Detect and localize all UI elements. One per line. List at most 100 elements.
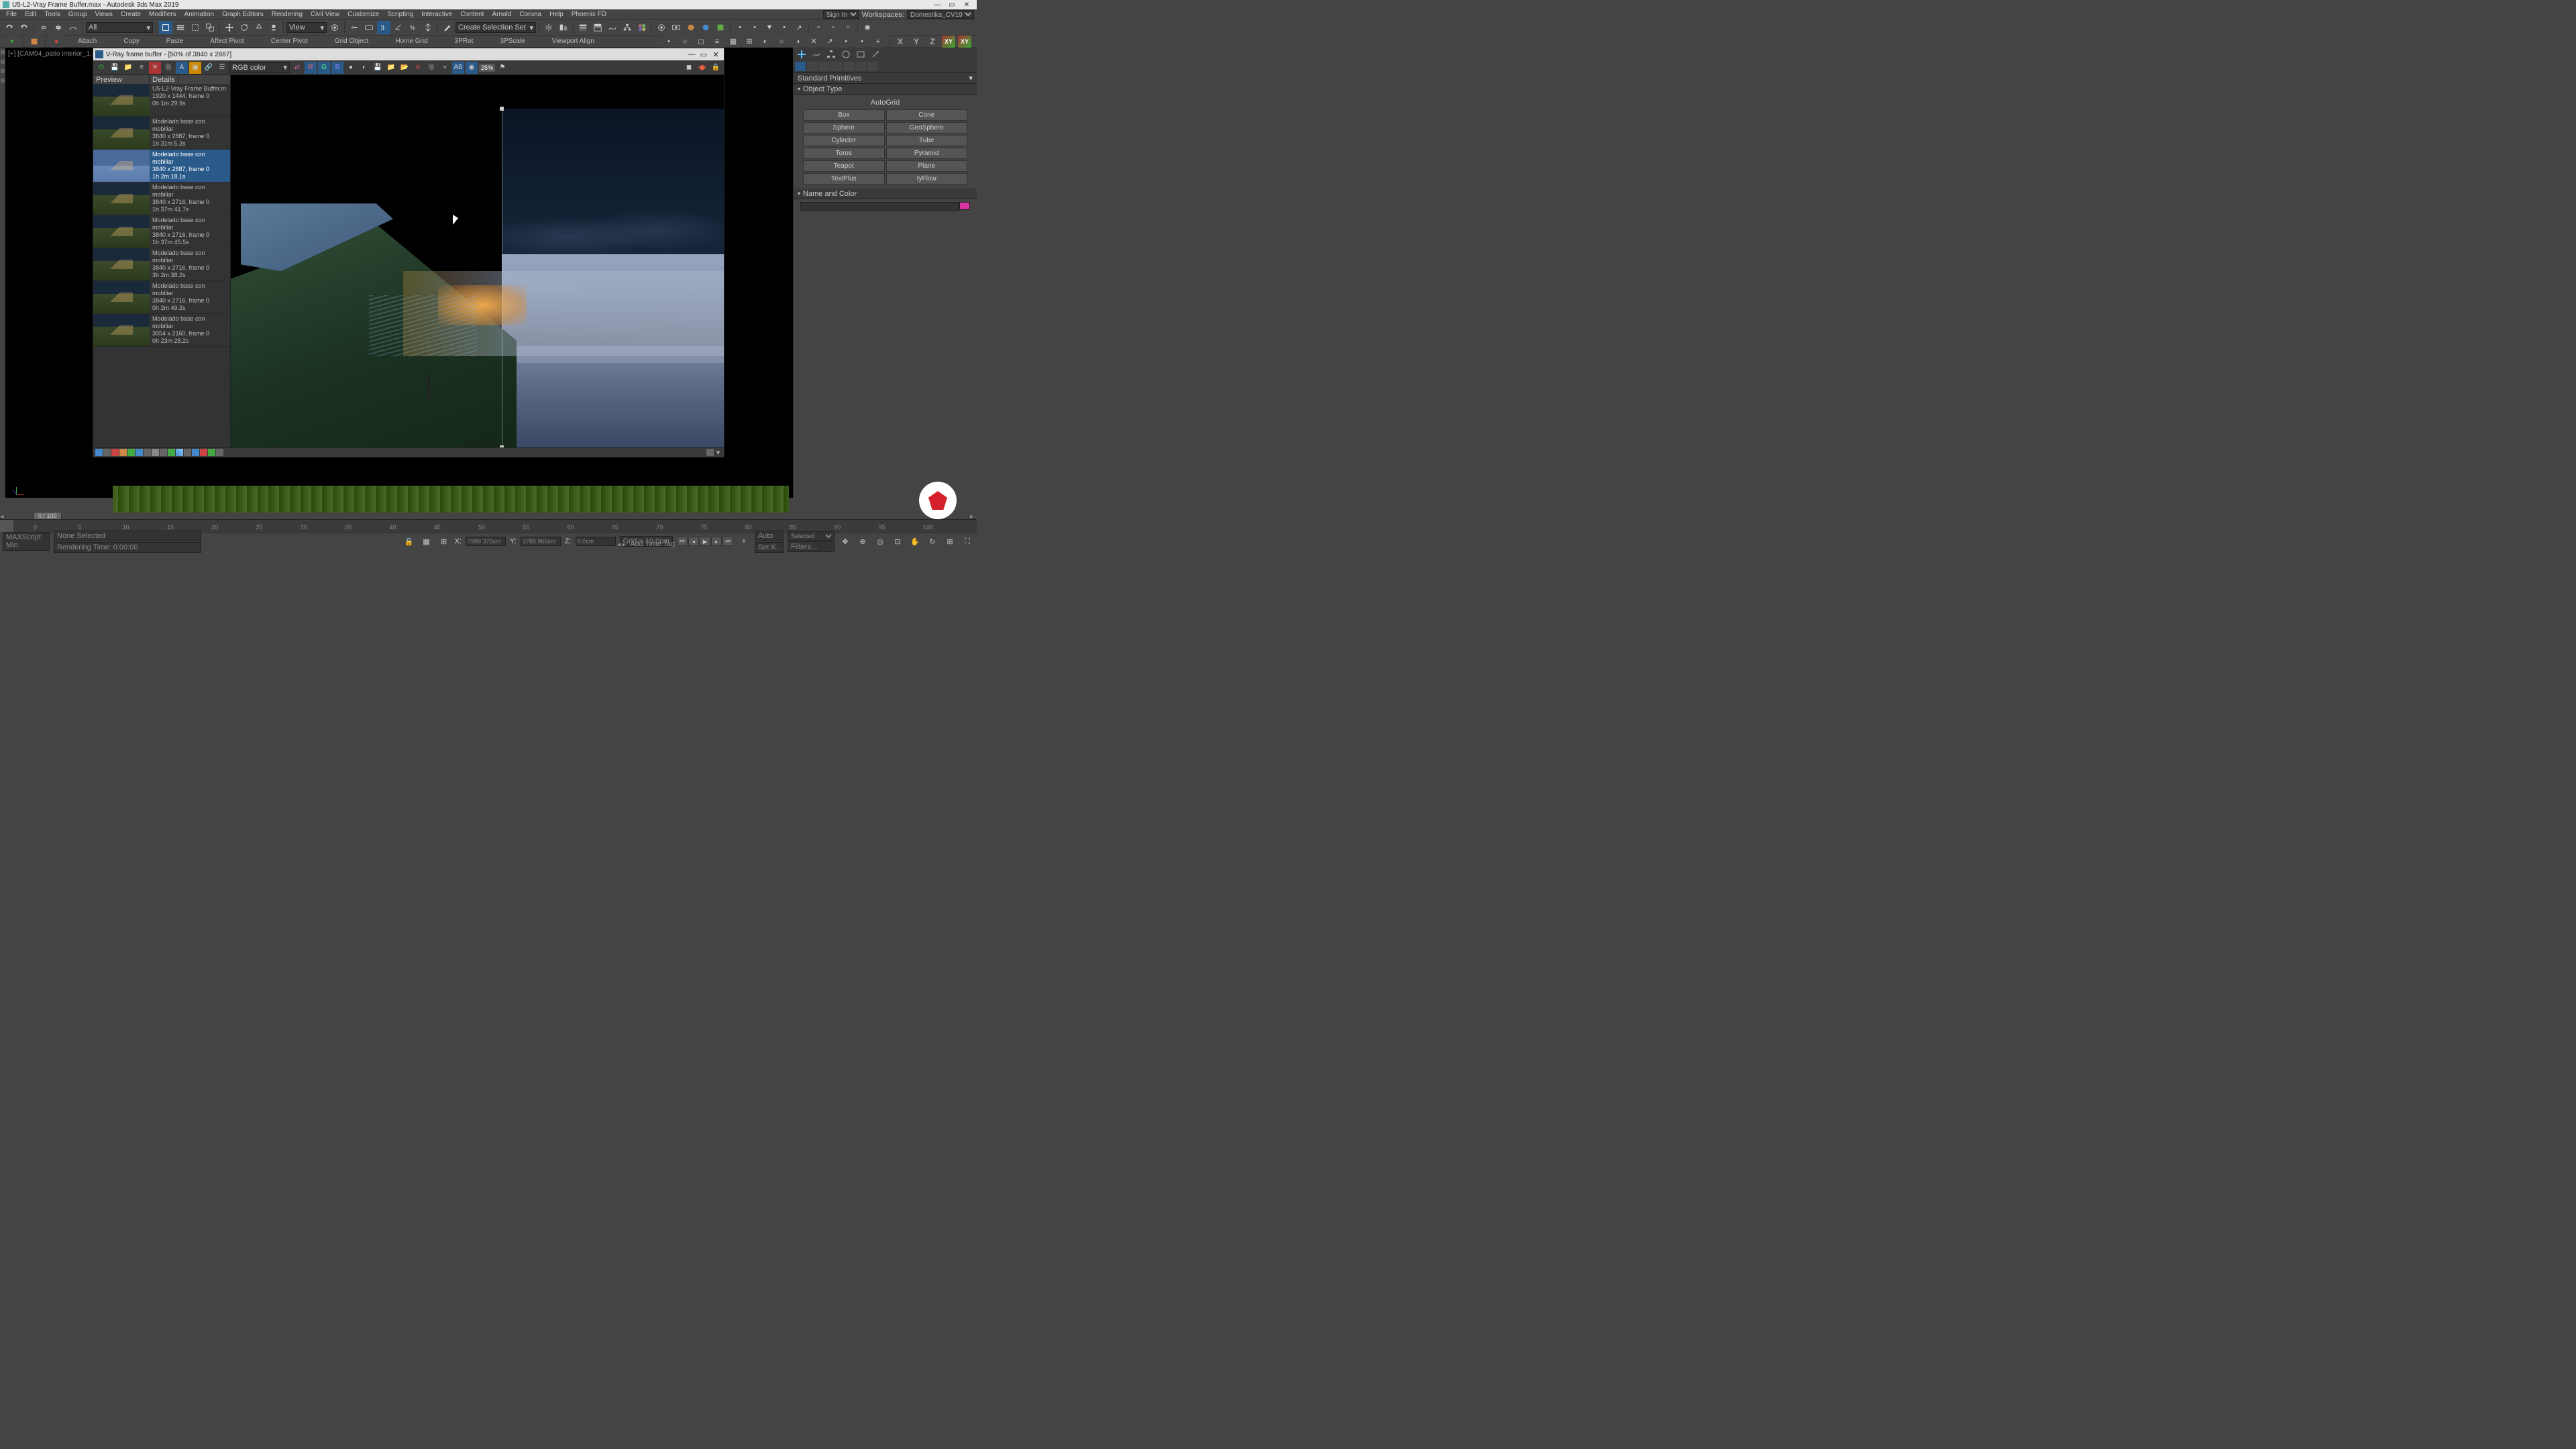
cc-13[interactable] xyxy=(192,449,199,456)
primitives-dropdown[interactable]: Standard Primitives▾ xyxy=(794,73,977,84)
vfb-save2-icon[interactable]: 💾 xyxy=(372,62,384,74)
vfb-save-icon[interactable]: 💾 xyxy=(109,62,121,74)
vfb-delete-icon[interactable]: ⊘ xyxy=(412,62,424,74)
goto-end-button[interactable]: ⏭ xyxy=(722,537,733,546)
home-grid-label[interactable]: Home Grid xyxy=(383,38,439,45)
attach-label[interactable]: Attach xyxy=(66,38,109,45)
display-tab[interactable] xyxy=(854,49,867,60)
cc-2[interactable] xyxy=(103,449,111,456)
tool-2[interactable]: • xyxy=(748,21,761,34)
window-crossing-button[interactable] xyxy=(203,21,217,34)
cc-5[interactable] xyxy=(127,449,135,456)
object-type-rollout[interactable]: ▾Object Type xyxy=(794,84,977,95)
tool-5[interactable]: ↗ xyxy=(792,21,806,34)
menu-scripting[interactable]: Scripting xyxy=(384,11,417,18)
named-selection-dropdown[interactable]: Create Selection Set▾ xyxy=(455,22,536,33)
close-button[interactable]: ✕ xyxy=(959,1,974,9)
prev-frame-button[interactable]: ◂ xyxy=(688,537,699,546)
cc-11[interactable] xyxy=(176,449,183,456)
menu-rendering[interactable]: Rendering xyxy=(268,11,306,18)
schematic-view-button[interactable] xyxy=(621,21,634,34)
edit-selection-button[interactable] xyxy=(441,21,454,34)
tool-6[interactable]: ▫ xyxy=(812,21,825,34)
nav-8[interactable]: ⛶ xyxy=(961,535,974,548)
vfb-minimize[interactable]: — xyxy=(686,50,698,59)
vfb-alpha-icon[interactable]: ◐ xyxy=(358,62,370,74)
object-name-input[interactable] xyxy=(800,202,959,211)
ribbon-dot[interactable]: ● xyxy=(50,35,63,48)
motion-tab[interactable] xyxy=(839,49,853,60)
cc-dock[interactable] xyxy=(706,449,714,456)
cc-9[interactable] xyxy=(160,449,167,456)
vfb-load-icon[interactable]: 📁 xyxy=(122,62,134,74)
hierarchy-tab[interactable] xyxy=(824,49,838,60)
use-center-button[interactable] xyxy=(328,21,341,34)
autogrid-checkbox[interactable]: AutoGrid xyxy=(796,97,974,108)
render-production-button[interactable] xyxy=(684,21,698,34)
primitive-geosphere[interactable]: GeoSphere xyxy=(886,122,968,133)
vfb-region-icon[interactable]: ▣ xyxy=(189,62,201,74)
history-item[interactable]: Modelado base con mobiliar3840 x 2716, f… xyxy=(93,248,230,281)
menu-modifiers[interactable]: Modifiers xyxy=(146,11,180,18)
selection-filter[interactable]: All▾ xyxy=(86,22,153,33)
name-color-rollout[interactable]: ▾Name and Color xyxy=(794,189,977,199)
menu-group[interactable]: Group xyxy=(65,11,91,18)
axis-z[interactable]: Z xyxy=(926,36,939,48)
primitive-teapot[interactable]: Teapot xyxy=(803,160,885,172)
history-list[interactable]: U5-L2-Vray Frame Buffer.m1920 x 1444, fr… xyxy=(93,84,230,447)
r-10[interactable]: ✕ xyxy=(807,35,820,48)
filters-button[interactable]: Filters... xyxy=(788,541,835,552)
history-item[interactable]: U5-L2-Vray Frame Buffer.m1920 x 1444, fr… xyxy=(93,84,230,117)
r-2[interactable]: ○ xyxy=(678,35,692,48)
ribbon-min[interactable]: ▾ xyxy=(5,35,19,48)
menu-views[interactable]: Views xyxy=(92,11,117,18)
vfb-folder2-icon[interactable]: 📂 xyxy=(398,62,411,74)
center-pivot-label[interactable]: Center Pivot xyxy=(259,38,320,45)
grid-object-label[interactable]: Grid Object xyxy=(323,38,381,45)
select-object-button[interactable] xyxy=(159,21,172,34)
valign-label[interactable]: Viewport Align xyxy=(540,38,606,45)
isolate-icon[interactable]: ▦ xyxy=(420,535,433,548)
history-item[interactable]: Modelado base con mobiliar3840 x 2716, f… xyxy=(93,182,230,215)
vfb-channel-dropdown[interactable]: RGB color▾ xyxy=(229,62,290,73)
primitive-textplus[interactable]: TextPlus xyxy=(803,173,885,184)
align-button[interactable] xyxy=(557,21,570,34)
paste-label[interactable]: Paste xyxy=(154,38,196,45)
vfb-lock-icon[interactable]: 🔒 xyxy=(710,62,722,74)
menu-edit[interactable]: Edit xyxy=(21,11,40,18)
history-item[interactable]: Modelado base con mobiliar3840 x 2716, f… xyxy=(93,215,230,248)
vfb-clear-icon[interactable]: ✕ xyxy=(149,62,161,74)
abs-rel-icon[interactable]: ⊞ xyxy=(437,535,451,548)
ab-split-handle-bottom[interactable] xyxy=(500,445,504,447)
vfb-compare-icon[interactable]: ⫟ xyxy=(439,62,451,74)
select-manipulate-button[interactable] xyxy=(347,21,361,34)
r-13[interactable]: • xyxy=(855,35,869,48)
tool-7[interactable]: ▫ xyxy=(826,21,840,34)
menu-corona[interactable]: Corona xyxy=(516,11,545,18)
history-item[interactable]: Modelado base con mobiliar3840 x 2887, f… xyxy=(93,150,230,182)
cc-1[interactable] xyxy=(95,449,103,456)
ref-coord-dropdown[interactable]: View▾ xyxy=(286,22,327,33)
nav-3[interactable]: ◎ xyxy=(873,535,887,548)
r-7[interactable]: ◐ xyxy=(759,35,772,48)
mirror-button[interactable] xyxy=(542,21,555,34)
cc-15[interactable] xyxy=(208,449,215,456)
unlink-button[interactable] xyxy=(52,21,65,34)
render-frame-button[interactable] xyxy=(669,21,683,34)
cc-6[interactable] xyxy=(136,449,143,456)
undo-button[interactable] xyxy=(3,21,16,34)
r-8[interactable]: ○ xyxy=(775,35,788,48)
vfb-lens-icon[interactable]: ◉ xyxy=(466,62,478,74)
keyboard-shortcut-button[interactable] xyxy=(362,21,376,34)
nav-2[interactable]: ⊕ xyxy=(856,535,869,548)
menu-tools[interactable]: Tools xyxy=(41,11,63,18)
viewport-label[interactable]: [+] [CAM04_patio interior_1.33 ] xyxy=(8,50,103,58)
primitive-torus[interactable]: Torus xyxy=(803,148,885,159)
tool-1[interactable]: • xyxy=(733,21,747,34)
tool-8[interactable]: ▫ xyxy=(841,21,855,34)
menu-interactive[interactable]: Interactive xyxy=(418,11,455,18)
cc-16[interactable] xyxy=(216,449,223,456)
time-slider[interactable]: ◂ 0 / 100 ▸ xyxy=(0,513,977,519)
history-item[interactable]: Modelado base con mobiliar3054 x 2160, f… xyxy=(93,314,230,347)
goto-start-button[interactable]: ⏮ xyxy=(677,537,688,546)
